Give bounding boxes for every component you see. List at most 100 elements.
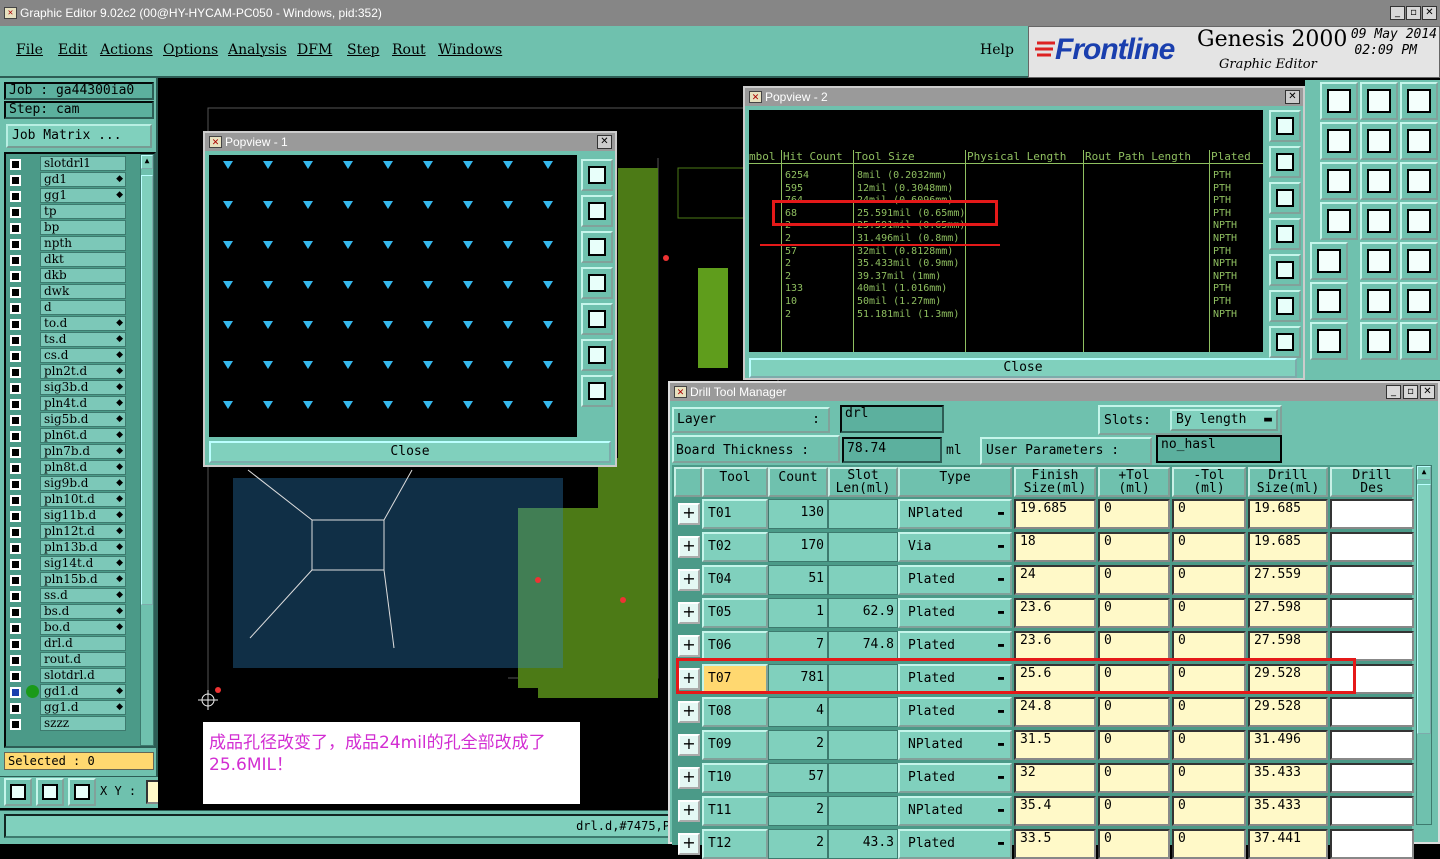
type-dropdown[interactable]: NPlated ▬: [898, 730, 1012, 760]
layer-row[interactable]: pln8t.d ◆: [8, 460, 126, 476]
type-dropdown[interactable]: Plated ▬: [898, 697, 1012, 727]
snap-grid-icon[interactable]: [68, 778, 96, 806]
dtm-close-button[interactable]: ✕: [1420, 385, 1435, 399]
minimize-button[interactable]: _: [1390, 6, 1405, 20]
drill-size-input[interactable]: 29.528: [1248, 697, 1328, 727]
layer-checkbox[interactable]: [10, 559, 21, 570]
popview-2-close-icon[interactable]: ✕: [1285, 90, 1300, 104]
window-close-button[interactable]: ✕: [1422, 6, 1437, 20]
layer-checkbox[interactable]: [10, 367, 21, 378]
maximize-button[interactable]: ▫: [1406, 6, 1421, 20]
layer-checkbox[interactable]: [10, 495, 21, 506]
plus-tol-input[interactable]: 0: [1098, 829, 1170, 859]
minus-tol-input[interactable]: 0: [1172, 565, 1246, 595]
layer-row[interactable]: pln6t.d ◆: [8, 428, 126, 444]
layer-checkbox[interactable]: [10, 287, 21, 298]
layer-row[interactable]: cs.d ◆: [8, 348, 126, 364]
popview-2-close-button[interactable]: Close: [749, 358, 1297, 378]
tool-cell[interactable]: T12: [702, 829, 768, 859]
menu-step[interactable]: Step: [347, 42, 379, 58]
minus-tol-input[interactable]: 0: [1172, 631, 1246, 661]
layer-row[interactable]: sig11b.d ◆: [8, 508, 126, 524]
pv1-zoom-icon[interactable]: [581, 159, 613, 191]
layer-checkbox[interactable]: [10, 335, 21, 346]
layer-checkbox[interactable]: [10, 303, 21, 314]
layer-checkbox[interactable]: [10, 223, 21, 234]
column-header[interactable]: Type: [898, 467, 1012, 497]
tool-cell[interactable]: T10: [702, 763, 768, 793]
connect-icon[interactable]: [1360, 282, 1398, 320]
layer-checkbox[interactable]: [10, 351, 21, 362]
layer-row[interactable]: drl.d: [8, 636, 126, 652]
drill-size-input[interactable]: 31.496: [1248, 730, 1328, 760]
type-dropdown[interactable]: NPlated ▬: [898, 499, 1012, 529]
dtm-minimize-button[interactable]: _: [1386, 385, 1401, 399]
layer-row[interactable]: rout.d: [8, 652, 126, 668]
pad-icon[interactable]: [1400, 242, 1438, 280]
plus-tol-input[interactable]: 0: [1098, 796, 1170, 826]
layer-row[interactable]: ts.d ◆: [8, 332, 126, 348]
tool-cell[interactable]: T05: [702, 598, 768, 628]
pv2-pan-down-icon[interactable]: [1269, 182, 1301, 214]
expand-row-icon[interactable]: +: [678, 602, 700, 624]
dtm-maximize-button[interactable]: ▫: [1403, 385, 1418, 399]
delete-icon[interactable]: [1310, 282, 1348, 320]
layer-row[interactable]: bo.d ◆: [8, 620, 126, 636]
layer-row[interactable]: sig5b.d ◆: [8, 412, 126, 428]
layer-row[interactable]: pln15b.d ◆: [8, 572, 126, 588]
minus-tol-input[interactable]: 0: [1172, 499, 1246, 529]
layer-checkbox[interactable]: [10, 623, 21, 634]
move-icon[interactable]: [1320, 162, 1358, 200]
layer-row[interactable]: d: [8, 300, 126, 316]
minus-tol-input[interactable]: 0: [1172, 598, 1246, 628]
tool-cell[interactable]: T04: [702, 565, 768, 595]
layer-row[interactable]: to.d ◆: [8, 316, 126, 332]
layer-checkbox[interactable]: [10, 687, 21, 698]
expand-row-icon[interactable]: +: [678, 536, 700, 558]
menu-help[interactable]: Help: [980, 42, 1014, 58]
type-dropdown[interactable]: Plated ▬: [898, 565, 1012, 595]
drill-des-input[interactable]: [1330, 730, 1414, 760]
ruler-icon[interactable]: [1360, 242, 1398, 280]
finish-size-input[interactable]: 32: [1014, 763, 1096, 793]
layer-checkbox[interactable]: [10, 431, 21, 442]
layer-checkbox[interactable]: [10, 719, 21, 730]
grid-icon[interactable]: [1320, 202, 1358, 240]
layer-checkbox[interactable]: [10, 207, 21, 218]
net-alt-icon[interactable]: [1400, 202, 1438, 240]
layer-row[interactable]: gd1 ◆: [8, 172, 126, 188]
menu-dfm[interactable]: DFM: [297, 42, 332, 58]
finish-size-input[interactable]: 24: [1014, 565, 1096, 595]
column-header[interactable]: -Tol (ml): [1172, 467, 1246, 497]
type-dropdown[interactable]: Via ▬: [898, 532, 1012, 562]
menu-analysis[interactable]: Analysis: [228, 42, 287, 58]
drill-size-input[interactable]: 27.598: [1248, 598, 1328, 628]
column-header[interactable]: Tool: [702, 467, 768, 497]
drill-size-input[interactable]: 27.598: [1248, 631, 1328, 661]
finish-size-input[interactable]: 33.5: [1014, 829, 1096, 859]
import-icon[interactable]: [1320, 122, 1358, 160]
layer-input[interactable]: drl: [840, 405, 944, 433]
plus-tol-input[interactable]: 0: [1098, 631, 1170, 661]
minus-tol-input[interactable]: 0: [1172, 796, 1246, 826]
finish-size-input[interactable]: 24.8: [1014, 697, 1096, 727]
layer-row[interactable]: pln2t.d ◆: [8, 364, 126, 380]
mirror-icon[interactable]: [1360, 122, 1398, 160]
expand-row-icon[interactable]: +: [678, 734, 700, 756]
plus-tol-input[interactable]: 0: [1098, 730, 1170, 760]
layer-row[interactable]: bs.d ◆: [8, 604, 126, 620]
plus-tol-input[interactable]: 0: [1098, 499, 1170, 529]
pv1-pan-up-icon[interactable]: [581, 195, 613, 227]
finish-size-input[interactable]: 19.685: [1014, 499, 1096, 529]
expand-row-icon[interactable]: +: [678, 767, 700, 789]
drill-des-input[interactable]: [1330, 565, 1414, 595]
layer-checkbox[interactable]: [10, 319, 21, 330]
layer-checkbox[interactable]: [10, 543, 21, 554]
expand-row-icon[interactable]: +: [678, 503, 700, 525]
tool-cell[interactable]: T11: [702, 796, 768, 826]
layer-row[interactable]: pln12t.d ◆: [8, 524, 126, 540]
plus-tol-input[interactable]: 0: [1098, 697, 1170, 727]
layer-row[interactable]: tp: [8, 204, 126, 220]
expand-row-icon[interactable]: +: [678, 800, 700, 822]
layer-row[interactable]: pln7b.d ◆: [8, 444, 126, 460]
